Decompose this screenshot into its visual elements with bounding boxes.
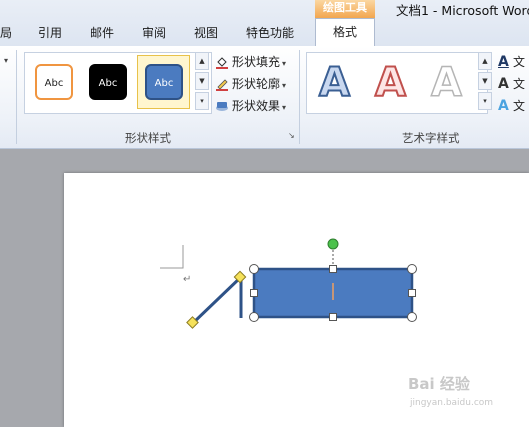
text-effects-label: 文	[513, 99, 526, 113]
shape-styles-group-label: 形状样式	[125, 131, 171, 145]
tab-features[interactable]: 特色功能	[246, 24, 294, 41]
text-outline-button[interactable]: A文	[498, 75, 525, 92]
wordart-scroll-up-button[interactable]: ▲	[478, 52, 492, 70]
paint-bucket-icon	[215, 55, 229, 69]
dropdown-arrow-icon: ▾	[282, 81, 287, 90]
window-title: 文档1 - Microsoft Word	[396, 3, 529, 18]
baidu-watermark: Bai 经验	[408, 375, 470, 393]
text-effects-icon: A	[498, 98, 509, 114]
wordart-styles-group-label: 艺术字样式	[402, 131, 460, 145]
dialog-launcher-icon[interactable]: ↘	[288, 131, 297, 140]
tab-view[interactable]: 视图	[194, 24, 218, 41]
resize-handle-bottom[interactable]	[329, 313, 337, 321]
shape-outline-label: 形状轮廓	[232, 77, 281, 91]
shape-effects-icon	[215, 99, 229, 113]
gallery-more-button[interactable]: ▾	[195, 92, 209, 110]
text-fill-button[interactable]: A文	[498, 53, 525, 70]
group-separator	[299, 50, 300, 144]
gallery-scroll-down-button[interactable]: ▼	[195, 72, 209, 90]
wordart-scroll-down-button[interactable]: ▼	[478, 72, 492, 90]
text-fill-label: 文	[513, 55, 526, 69]
tab-layout[interactable]: 局	[0, 24, 12, 41]
text-outline-icon: A	[498, 76, 509, 92]
pen-icon	[215, 77, 229, 91]
text-fill-icon: A	[498, 54, 509, 70]
shape-outline-button[interactable]: 形状轮廓 ▾	[215, 75, 286, 92]
resize-handle-top-right[interactable]	[407, 264, 417, 274]
tab-mailings[interactable]: 邮件	[90, 24, 114, 41]
resize-handle-top-left[interactable]	[249, 264, 259, 274]
dropdown-arrow-icon: ▾	[282, 59, 287, 68]
resize-handle-bottom-left[interactable]	[249, 312, 259, 322]
resize-handle-right[interactable]	[408, 289, 416, 297]
shape-effects-button[interactable]: 形状效果 ▾	[215, 97, 286, 114]
group-separator	[16, 50, 17, 144]
wordart-style-gallery: A A A	[306, 52, 488, 114]
resize-handle-left[interactable]	[250, 289, 258, 297]
shape-style-gallery: Abc Abc Abc	[24, 52, 212, 114]
tab-references[interactable]: 引用	[38, 24, 62, 41]
resize-handle-top[interactable]	[329, 265, 337, 273]
shape-fill-button[interactable]: 形状填充 ▾	[215, 53, 286, 70]
paragraph-mark: ↵	[183, 274, 192, 285]
shape-style-preset-orange-outline[interactable]: Abc	[35, 64, 73, 100]
shape-effects-label: 形状效果	[232, 99, 281, 113]
shape-style-preset-black[interactable]: Abc	[89, 64, 127, 100]
wordart-more-button[interactable]: ▾	[478, 92, 492, 110]
tab-format[interactable]: 格式	[315, 18, 375, 47]
shape-style-preset-blue[interactable]: Abc	[145, 64, 183, 100]
resize-handle-bottom-right[interactable]	[407, 312, 417, 322]
wordart-preset-red[interactable]: A	[374, 62, 407, 104]
dropdown-arrow-icon: ▾	[282, 103, 287, 112]
tab-review[interactable]: 审阅	[142, 24, 166, 41]
chevron-down-icon[interactable]: ▾	[4, 56, 8, 65]
rotate-handle[interactable]	[327, 238, 339, 250]
wordart-preset-white[interactable]: A	[430, 62, 462, 104]
ribbon-tab-bar: 局 引用 邮件 审阅 视图 特色功能 绘图工具 格式 文档1 - Microso…	[0, 0, 529, 47]
text-effects-button[interactable]: A文	[498, 97, 525, 114]
baidu-watermark-url: jingyan.baidu.com	[410, 398, 494, 408]
drawing-tools-label: 绘图工具	[315, 0, 375, 18]
gallery-scroll-up-button[interactable]: ▲	[195, 52, 209, 70]
wordart-preset-blue[interactable]: A	[318, 62, 351, 104]
text-outline-label: 文	[513, 77, 526, 91]
shape-fill-label: 形状填充	[232, 55, 281, 69]
